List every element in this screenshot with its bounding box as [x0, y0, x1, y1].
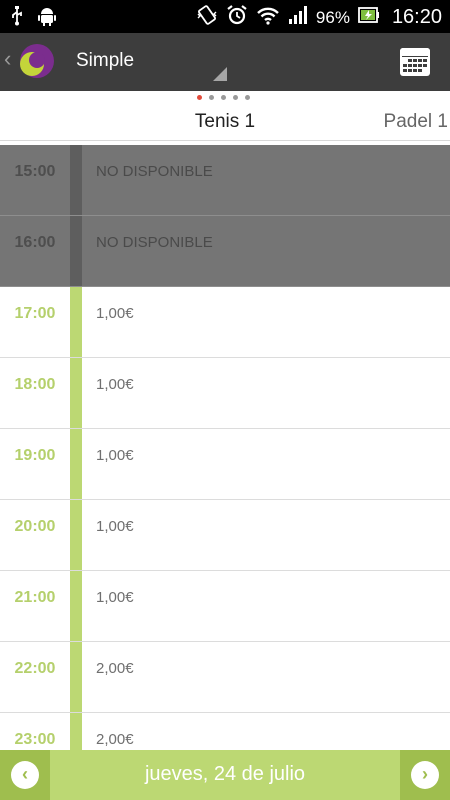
dropdown-indicator-icon[interactable] [213, 67, 227, 81]
slot-time: 15:00 [14, 163, 56, 180]
alarm-icon [226, 4, 248, 31]
battery-percent: 96% [315, 7, 350, 27]
slot-status-bar [70, 358, 82, 428]
time-slot-row[interactable]: 16:00 NO DISPONIBLE [0, 216, 450, 287]
page-dot [245, 95, 250, 100]
date-bar: ‹ jueves, 24 de julio › [0, 750, 450, 800]
view-mode-title[interactable]: Simple [76, 50, 134, 72]
slot-time: 18:00 [14, 376, 56, 393]
time-slot-row[interactable]: 17:00 1,00€ [0, 287, 450, 358]
slot-time: 16:00 [14, 234, 56, 251]
slot-status-bar [70, 216, 82, 286]
usb-icon [10, 6, 24, 31]
time-slot-row[interactable]: 19:00 1,00€ [0, 429, 450, 500]
app-logo[interactable] [17, 42, 55, 80]
slot-status-bar [70, 500, 82, 570]
slot-time: 22:00 [14, 660, 56, 677]
slot-time: 23:00 [14, 731, 56, 748]
time-slot-row[interactable]: 20:00 1,00€ [0, 500, 450, 571]
slot-price: 1,00€ [96, 305, 134, 322]
app-screen: 96% 16:20 ‹ Simple Tenis 1 Padel 1 15:00… [0, 0, 450, 800]
slot-price: 1,00€ [96, 376, 134, 393]
slot-time: 19:00 [14, 447, 56, 464]
calendar-icon[interactable] [399, 45, 431, 77]
android-icon [38, 6, 56, 31]
wifi-icon [256, 5, 280, 30]
slot-price: 2,00€ [96, 660, 134, 677]
status-bar-right: 96% 16:20 [196, 4, 442, 31]
slot-status-bar [70, 571, 82, 641]
slot-price: 1,00€ [96, 518, 134, 535]
page-dot [197, 95, 202, 100]
slot-status-bar [70, 713, 82, 750]
time-slot-row[interactable]: 21:00 1,00€ [0, 571, 450, 642]
up-chevron-icon[interactable]: ‹ [4, 48, 11, 70]
slot-status-bar [70, 429, 82, 499]
slot-time: 20:00 [14, 518, 56, 535]
current-date[interactable]: jueves, 24 de julio [50, 763, 400, 786]
slot-unavailable-label: NO DISPONIBLE [96, 163, 213, 180]
slot-price: 1,00€ [96, 447, 134, 464]
slot-time: 21:00 [14, 589, 56, 606]
slot-time: 17:00 [14, 305, 56, 322]
time-slot-row[interactable]: 18:00 1,00€ [0, 358, 450, 429]
previous-day-button[interactable]: ‹ [0, 750, 50, 800]
tab-padel-1[interactable]: Padel 1 [384, 111, 448, 133]
action-bar: ‹ Simple [0, 33, 450, 91]
slot-status-bar [70, 642, 82, 712]
page-dot [209, 95, 214, 100]
status-time: 16:20 [391, 6, 442, 28]
slot-price: 2,00€ [96, 731, 134, 748]
schedule-list[interactable]: 15:00 NO DISPONIBLE 16:00 NO DISPONIBLE 17:0… [0, 145, 450, 750]
signal-icon [288, 5, 308, 30]
page-indicator [197, 95, 250, 100]
court-pager[interactable]: Tenis 1 Padel 1 [0, 91, 450, 141]
chevron-left-icon: ‹ [11, 761, 39, 789]
next-day-button[interactable]: › [400, 750, 450, 800]
slot-status-bar [70, 145, 82, 215]
tab-tenis-1[interactable]: Tenis 1 [0, 111, 450, 133]
chevron-right-icon: › [411, 761, 439, 789]
time-slot-row[interactable]: 22:00 2,00€ [0, 642, 450, 713]
time-slot-row[interactable]: 15:00 NO DISPONIBLE [0, 145, 450, 216]
page-dot [221, 95, 226, 100]
status-bar-left [10, 6, 56, 31]
slot-price: 1,00€ [96, 589, 134, 606]
time-slot-row[interactable]: 23:00 2,00€ [0, 713, 450, 750]
page-dot [233, 95, 238, 100]
battery-charging-icon [358, 6, 380, 29]
slot-unavailable-label: NO DISPONIBLE [96, 234, 213, 251]
status-bar: 96% 16:20 [0, 0, 450, 33]
vibrate-icon [196, 4, 218, 31]
slot-status-bar [70, 287, 82, 357]
